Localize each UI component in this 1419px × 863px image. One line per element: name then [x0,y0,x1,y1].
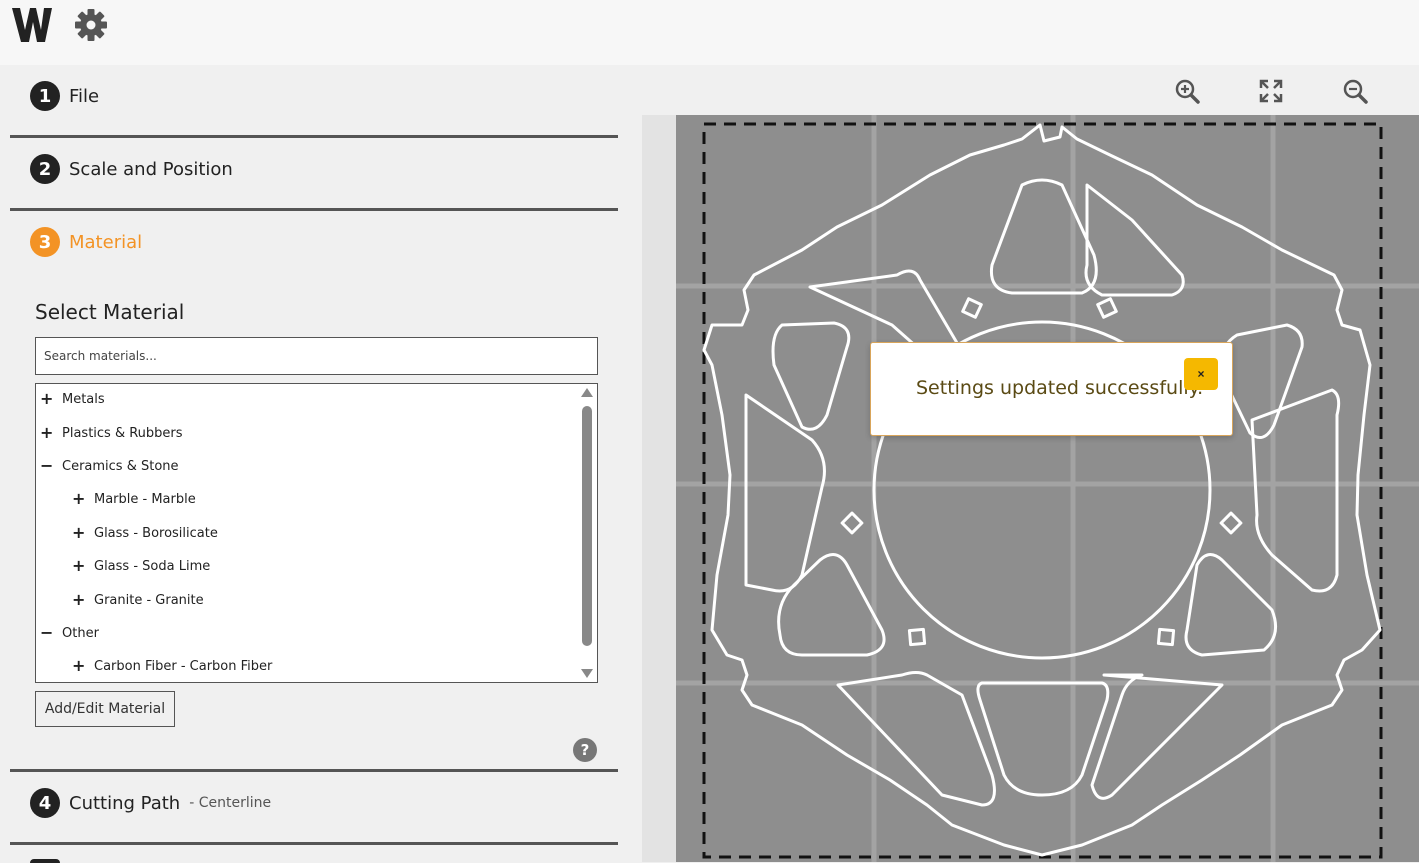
tree-item-label: Plastics & Rubbers [62,425,183,441]
step-title: Scale and Position [69,158,233,180]
tree-item-soda-lime[interactable]: + Glass - Soda Lime [72,556,210,576]
expand-icon[interactable]: + [72,658,85,674]
fit-screen-icon[interactable] [1258,78,1284,104]
tree-item-label: Granite - Granite [94,592,204,608]
tree-item-label: Metals [62,391,105,407]
expand-icon[interactable]: + [72,558,85,574]
tree-item-plastics[interactable]: + Plastics & Rubbers [40,423,183,443]
tree-scrollbar[interactable] [581,388,593,678]
cutting-bed [676,115,1419,862]
step-number: 2 [30,154,60,184]
tree-item-label: Ceramics & Stone [62,458,179,474]
zoom-in-icon[interactable] [1174,78,1200,104]
material-tree: + Metals + Plastics & Rubbers − Ceramics… [35,383,598,683]
workflow-panel: 1 File 2 Scale and Position 3 Material S… [10,65,618,863]
step-title: Cutting Path [69,792,181,814]
step-title: File [69,85,100,107]
tree-item-marble[interactable]: + Marble - Marble [72,489,196,509]
zoom-out-icon[interactable] [1342,78,1368,104]
tree-item-label: Carbon Fiber - Carbon Fiber [94,658,273,674]
scroll-up-icon[interactable] [581,388,593,397]
toast-message: Settings updated successfully. [916,377,1204,399]
search-materials-input[interactable] [35,337,598,375]
expand-icon[interactable]: + [40,425,53,441]
tree-item-label: Marble - Marble [94,491,196,507]
tree-item-metals[interactable]: + Metals [40,389,105,409]
preview-canvas[interactable] [642,115,1419,862]
toast-notification: Settings updated successfully. × [870,342,1233,436]
step-number: 1 [30,81,60,111]
collapse-icon[interactable]: − [40,458,53,474]
part-preview [676,115,1419,862]
step-number: 3 [30,227,60,257]
help-icon[interactable]: ? [573,738,597,762]
expand-icon[interactable]: + [72,592,85,608]
expand-icon[interactable]: + [40,391,53,407]
gear-icon[interactable] [74,8,108,42]
add-edit-material-button[interactable]: Add/Edit Material [35,691,175,727]
step-file[interactable]: 1 File [10,65,618,138]
expand-icon[interactable]: + [72,525,85,541]
tree-item-carbon-fiber[interactable]: + Carbon Fiber - Carbon Fiber [72,656,272,676]
top-bar [0,0,1419,65]
tree-item-other[interactable]: − Other [40,623,99,643]
scroll-thumb[interactable] [582,406,592,646]
tree-item-borosilicate[interactable]: + Glass - Borosilicate [72,523,218,543]
step-cutting-path[interactable]: 4 Cutting Path - Centerline [10,772,618,845]
step-number-partial [30,859,60,863]
tree-item-label: Other [62,625,99,641]
close-button[interactable]: × [1184,358,1218,390]
tree-item-ceramics[interactable]: − Ceramics & Stone [40,456,179,476]
step-subtitle: - Centerline [189,795,272,811]
scroll-down-icon[interactable] [581,669,593,678]
expand-icon[interactable]: + [72,491,85,507]
step-material-header[interactable]: 3 Material [30,227,142,257]
tree-item-label: Glass - Borosilicate [94,525,218,541]
step-number: 4 [30,788,60,818]
tree-item-label: Glass - Soda Lime [94,558,211,574]
tree-item-granite[interactable]: + Granite - Granite [72,590,204,610]
step-title: Material [69,231,143,253]
collapse-icon[interactable]: − [40,625,53,641]
step-scale-position[interactable]: 2 Scale and Position [10,138,618,211]
select-material-heading: Select Material [35,300,185,324]
w-logo-icon[interactable] [12,6,52,44]
